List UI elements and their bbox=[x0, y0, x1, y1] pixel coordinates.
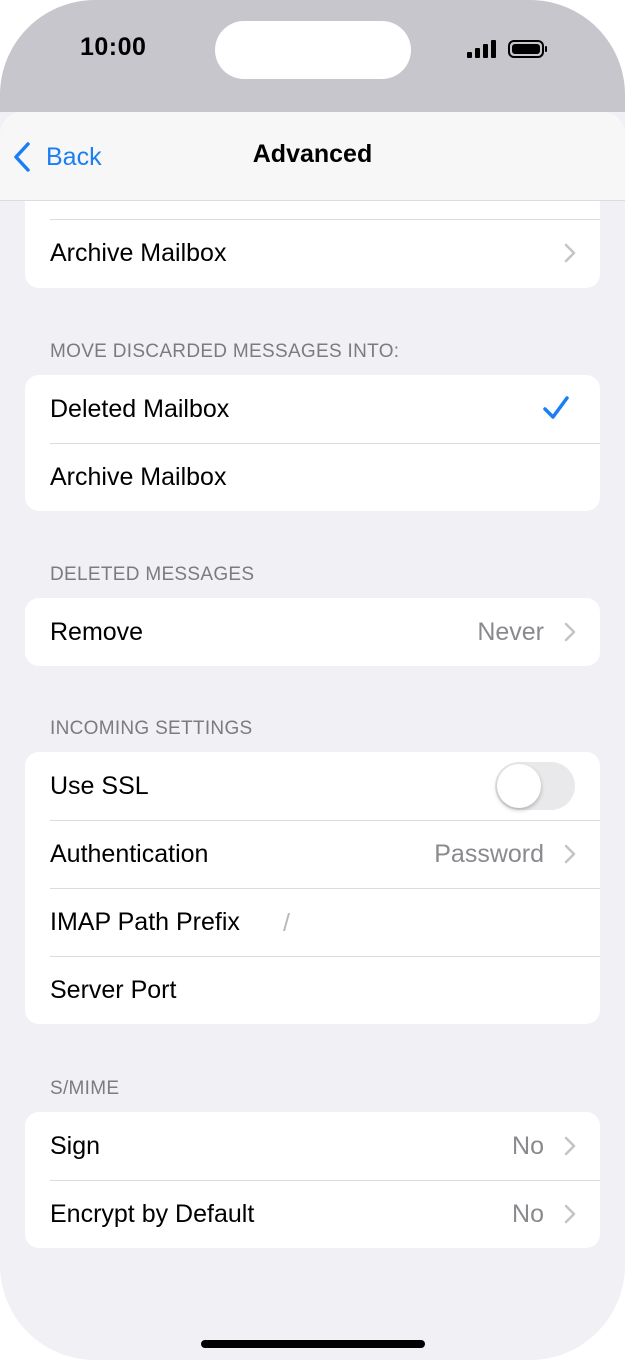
use-ssl-row: Use SSL bbox=[25, 752, 600, 820]
imap-path-prefix-label: IMAP Path Prefix bbox=[50, 908, 240, 936]
server-port-label: Server Port bbox=[50, 976, 177, 1004]
deleted-mailbox-label: Deleted Mailbox bbox=[50, 395, 230, 423]
navigation-bar: Back Advanced bbox=[0, 112, 625, 201]
discard-destination-group: Deleted Mailbox Archive Mailbox bbox=[25, 375, 600, 511]
row-divider bbox=[50, 820, 600, 821]
page-title: Advanced bbox=[252, 140, 373, 168]
advanced-settings-sheet: Back Advanced Archive Mailbox MOVE DISCA… bbox=[0, 112, 625, 1360]
remove-row[interactable]: Remove Never bbox=[25, 598, 600, 666]
archive-mailbox-option-row[interactable]: Archive Mailbox bbox=[25, 443, 600, 511]
archive-mailbox-option-label: Archive Mailbox bbox=[50, 463, 227, 491]
chevron-right-icon bbox=[564, 243, 576, 263]
phone-screen: 10:00 Back Advanced Archive Mailbox MOVE… bbox=[0, 0, 625, 1360]
encrypt-by-default-row[interactable]: Encrypt by Default No bbox=[25, 1180, 600, 1248]
server-port-row[interactable]: Server Port bbox=[25, 956, 600, 1024]
use-ssl-toggle[interactable] bbox=[495, 762, 575, 810]
section-header-discard: MOVE DISCARDED MESSAGES INTO: bbox=[50, 341, 400, 362]
section-header-deleted-messages: DELETED MESSAGES bbox=[50, 564, 255, 585]
authentication-label: Authentication bbox=[50, 840, 209, 868]
encrypt-by-default-label: Encrypt by Default bbox=[50, 1200, 255, 1228]
battery-icon bbox=[508, 40, 547, 58]
sign-value: No bbox=[512, 1132, 544, 1160]
cellular-signal-icon bbox=[467, 40, 496, 58]
smime-group: Sign No Encrypt by Default No bbox=[25, 1112, 600, 1248]
remove-label: Remove bbox=[50, 618, 144, 646]
imap-path-prefix-field[interactable]: / bbox=[283, 909, 290, 938]
deleted-mailbox-row[interactable]: Deleted Mailbox bbox=[25, 375, 600, 443]
row-divider bbox=[50, 1180, 600, 1181]
home-indicator[interactable] bbox=[201, 1340, 425, 1348]
imap-path-prefix-row[interactable]: IMAP Path Prefix / bbox=[25, 888, 600, 956]
chevron-right-icon bbox=[564, 1204, 576, 1224]
chevron-right-icon bbox=[564, 844, 576, 864]
dynamic-island bbox=[215, 21, 411, 79]
row-divider bbox=[50, 888, 600, 889]
section-header-incoming: INCOMING SETTINGS bbox=[50, 718, 253, 739]
row-divider bbox=[50, 219, 600, 220]
status-time: 10:00 bbox=[80, 33, 147, 61]
chevron-right-icon bbox=[564, 622, 576, 642]
use-ssl-label: Use SSL bbox=[50, 772, 149, 800]
authentication-value: Password bbox=[434, 840, 544, 868]
sign-row[interactable]: Sign No bbox=[25, 1112, 600, 1180]
archive-mailbox-row[interactable]: Archive Mailbox bbox=[25, 219, 600, 287]
row-divider bbox=[50, 956, 600, 957]
sign-label: Sign bbox=[50, 1132, 101, 1160]
encrypt-by-default-value: No bbox=[512, 1200, 544, 1228]
checkmark-icon bbox=[543, 396, 569, 419]
section-header-smime: S/MIME bbox=[50, 1078, 120, 1099]
toggle-knob bbox=[497, 764, 541, 808]
incoming-settings-group: Use SSL Authentication Password IMAP Pat… bbox=[25, 752, 600, 1024]
remove-value: Never bbox=[477, 618, 544, 646]
deleted-messages-group: Remove Never bbox=[25, 598, 600, 666]
chevron-right-icon bbox=[564, 1136, 576, 1156]
row-divider bbox=[50, 443, 600, 444]
authentication-row[interactable]: Authentication Password bbox=[25, 820, 600, 888]
archive-mailbox-label: Archive Mailbox bbox=[50, 239, 227, 267]
status-bar: 10:00 bbox=[0, 0, 625, 112]
